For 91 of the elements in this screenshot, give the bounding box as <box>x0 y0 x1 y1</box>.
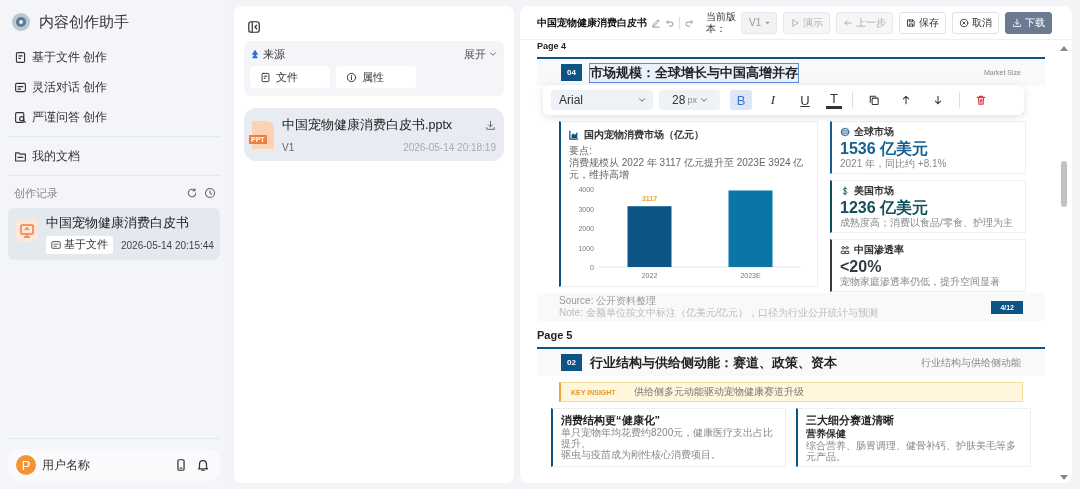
text-color-button[interactable]: T <box>826 91 842 109</box>
clock-icon[interactable] <box>204 187 216 199</box>
chevron-down-icon <box>698 95 709 105</box>
history-title: 中国宠物健康消费白皮书 <box>46 215 190 232</box>
document-search-icon <box>14 110 27 124</box>
area-chart-icon <box>569 130 579 140</box>
stat-label: 美国市场 <box>854 184 894 198</box>
copy-icon <box>868 94 880 106</box>
logo-icon <box>11 12 31 32</box>
arrow-left-icon <box>843 17 853 28</box>
section-number: 04 <box>561 64 582 81</box>
chevron-down-icon <box>488 49 498 59</box>
phone-icon[interactable] <box>174 458 188 472</box>
font-size-select[interactable]: 28 px <box>659 90 720 110</box>
italic-button[interactable]: I <box>762 90 784 110</box>
slide-subtitle: 行业结构与供给侧动能 <box>921 355 1021 370</box>
history-item[interactable]: 中国宠物健康消费白皮书 基于文件 2026-05-14 20:15:44 <box>8 208 220 260</box>
bold-button[interactable]: B <box>730 90 752 110</box>
document-icon <box>14 50 27 64</box>
refresh-icon[interactable] <box>186 187 198 199</box>
app-title: 内容创作助手 <box>39 12 129 32</box>
card-subheading: 营养保健 <box>806 428 847 440</box>
font-select[interactable]: Arial <box>551 90 653 110</box>
chart-note: 消费规模从 2022 年 3117 亿元提升至 2023E 3924 亿元，维持高增 <box>569 157 805 181</box>
menu-item[interactable]: 灵活对话 创作 <box>8 72 220 102</box>
menu-item[interactable]: 基于文件 创作 <box>8 42 220 72</box>
document-title: 中国宠物健康消费白皮书 <box>537 15 647 30</box>
chart-title: 国内宠物消费市场（亿元） <box>584 128 704 142</box>
source-note: Source: 公开资料整理 <box>559 295 658 307</box>
download-button[interactable]: 下载 <box>1005 11 1052 34</box>
stat-label: 中国渗透率 <box>854 243 904 257</box>
download-icon[interactable] <box>485 120 496 131</box>
section-title: 创作记录 <box>14 185 58 201</box>
section-number: 02 <box>561 354 582 371</box>
card-text: 单只宠物年均花费约8200元，健康医疗支出占比提升。 <box>561 427 775 449</box>
note-label: 要点: <box>569 145 593 157</box>
download-icon <box>1012 17 1022 28</box>
source-title: 来源 <box>263 46 285 62</box>
user-name: 用户名称 <box>42 456 91 474</box>
stat-caption: 2021 年，同比约 +8.1% <box>840 158 948 170</box>
arrow-down-icon <box>932 94 944 106</box>
expand-toggle[interactable]: 展开 <box>464 46 498 62</box>
menu-item[interactable]: 我的文档 <box>8 141 220 171</box>
caret-down-icon <box>764 19 772 26</box>
save-icon <box>906 17 916 28</box>
chart-bar <box>627 206 672 267</box>
page-label: Page 4 <box>537 41 568 52</box>
stat-caption: 宠物家庭渗透率仍低，提升空间显著 <box>840 276 1001 288</box>
source-chip[interactable]: 属性 <box>336 66 416 88</box>
card-text: 综合营养、肠胃调理、健骨补钙、护肤美毛等多元产品。 <box>806 440 1017 462</box>
stat-caption: 成熟度高；消费以食品/零食、护理为主 <box>840 217 1014 229</box>
stat-label: 全球市场 <box>854 125 894 139</box>
menu-item[interactable]: 严谨问答 创作 <box>8 102 220 132</box>
file-time: 2026-05-14 20:18:19 <box>403 142 496 153</box>
arrow-up-icon <box>900 94 912 106</box>
document-icon <box>260 71 271 83</box>
tree-icon <box>250 49 260 59</box>
file-name: 中国宠物健康消费白皮书.pptx <box>282 117 453 134</box>
bell-icon[interactable] <box>196 458 210 472</box>
people-icon <box>840 245 850 255</box>
history-time: 2026-05-14 20:15:44 <box>121 239 214 251</box>
chat-icon <box>14 80 27 94</box>
source-chip[interactable]: 文件 <box>250 66 330 88</box>
stat-value: 1236 亿美元 <box>840 198 930 217</box>
trash-icon <box>975 94 987 106</box>
play-icon <box>790 17 800 28</box>
file-version: V1 <box>282 142 295 153</box>
chevron-down-icon <box>637 95 647 105</box>
insight-text: 供给侧多元动能驱动宠物健康赛道升级 <box>633 385 804 399</box>
cancel-button[interactable]: 取消 <box>952 11 999 34</box>
image-icon <box>51 240 61 250</box>
info-icon <box>346 71 357 83</box>
globe-icon <box>840 127 850 137</box>
sidebar-collapse-icon[interactable] <box>247 20 261 34</box>
card-text: 驱虫与疫苗成为刚性核心消费项目。 <box>561 449 722 460</box>
folder-icon <box>14 149 27 163</box>
presentation-icon <box>16 220 38 242</box>
dollar-icon <box>840 186 850 196</box>
save-button[interactable]: 保存 <box>899 11 946 34</box>
card-title: 消费结构更“健康化” <box>561 413 661 427</box>
slide-title[interactable]: 市场规模：全球增长与中国高增并存 <box>589 63 798 82</box>
underline-button[interactable]: U <box>794 90 816 110</box>
stat-value: 1536 亿美元 <box>840 139 930 158</box>
scrollbar[interactable] <box>1060 46 1068 480</box>
stat-value: <20% <box>840 257 883 276</box>
page-label: Page 5 <box>537 328 574 342</box>
version-label: 当前版本： <box>706 10 737 35</box>
cancel-icon <box>959 17 969 28</box>
tag-label: 基于文件 <box>64 238 108 252</box>
card-title: 三大细分赛道清晰 <box>806 413 895 427</box>
slide-title[interactable]: 行业结构与供给侧动能：赛道、政策、资本 <box>589 353 913 372</box>
